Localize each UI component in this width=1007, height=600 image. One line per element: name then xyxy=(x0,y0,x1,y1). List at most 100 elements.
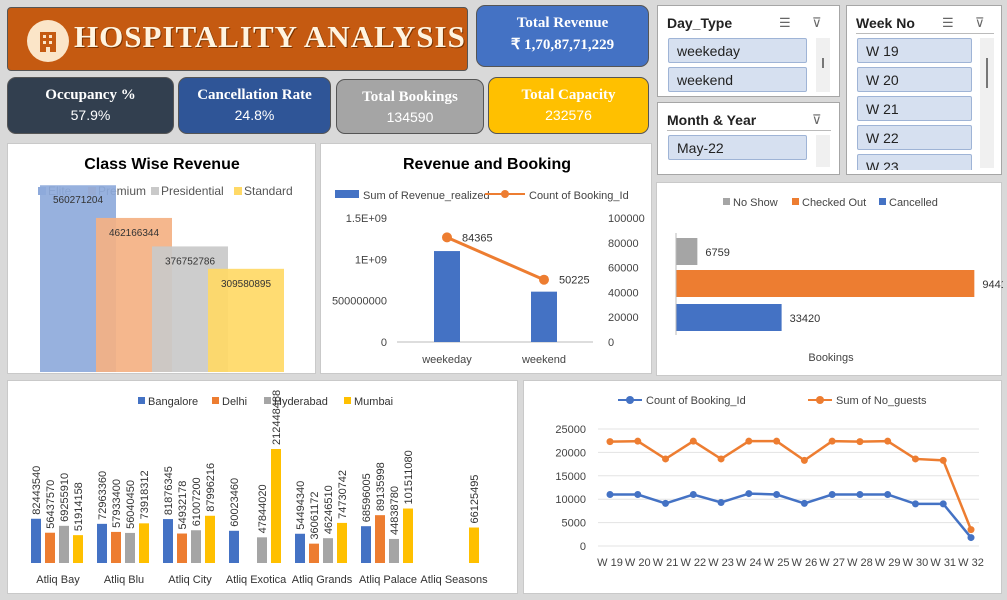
bar xyxy=(111,531,121,563)
x-tick-label: W 29 xyxy=(875,557,901,569)
data-label: 47844020 xyxy=(257,484,269,533)
data-label: 57933400 xyxy=(111,479,123,528)
slicer-scrollbar[interactable] xyxy=(816,38,830,92)
line-point xyxy=(717,455,725,463)
booking-status-chart: No Show Checked Out Cancelled 6759 94411 3342… xyxy=(675,197,1007,364)
legend-marker xyxy=(816,396,824,404)
bar xyxy=(361,526,371,563)
line-point xyxy=(662,499,670,507)
weekly-trend-panel: Count of Booking_Id Sum of No_guests 0 5000… xyxy=(523,380,1002,594)
legend-label: No Show xyxy=(733,197,778,209)
line-point xyxy=(634,437,642,445)
data-label: 82443540 xyxy=(31,466,43,515)
line-point xyxy=(745,437,753,445)
data-label: 54932178 xyxy=(177,481,189,530)
y-tick-label: 20000 xyxy=(555,447,586,459)
hotel-building-icon xyxy=(27,20,69,62)
y-tick-label: 500000000 xyxy=(332,296,387,308)
line-point xyxy=(967,526,975,534)
dashboard-title: HOSPITALITY ANALYSIS xyxy=(74,19,466,54)
data-label: 66125495 xyxy=(469,475,481,524)
line-point xyxy=(939,456,947,464)
slicer-item-weekend[interactable]: weekend xyxy=(668,67,807,92)
bar xyxy=(163,519,173,563)
x-tick-label: weekeday xyxy=(421,354,472,366)
data-label: 84365 xyxy=(462,232,493,244)
x-tick-label: Atliq City xyxy=(168,574,212,586)
line-point xyxy=(911,500,919,508)
bar xyxy=(375,515,385,563)
clear-filter-icon[interactable]: ⊽ xyxy=(975,15,985,31)
line-point xyxy=(939,500,947,508)
data-label: 81876345 xyxy=(163,466,175,515)
line-point xyxy=(967,534,975,542)
bar xyxy=(309,543,319,563)
property-city-panel: Bangalore Delhi Hyderabad Mumbai Atliq Bay 82… xyxy=(7,380,518,594)
x-tick-label: W 32 xyxy=(958,557,984,569)
x-tick-label: W 21 xyxy=(653,557,679,569)
slicer-scrollbar[interactable] xyxy=(816,135,830,167)
y-tick-label: 15000 xyxy=(555,471,586,483)
slicer-item-w22[interactable]: W 22 xyxy=(857,125,972,150)
bar xyxy=(676,304,782,331)
bar xyxy=(676,270,975,297)
bar xyxy=(531,291,557,342)
total-revenue-card: Total Revenue ₹ 1,70,87,71,229 xyxy=(476,5,649,67)
legend-label: Sum of No_guests xyxy=(836,395,927,407)
y-tick-label: 5000 xyxy=(562,518,586,530)
slicer-item-w19[interactable]: W 19 xyxy=(857,38,972,63)
line-point xyxy=(689,491,697,499)
data-label: 212448488 xyxy=(271,390,283,445)
legend-label: Count of Booking_Id xyxy=(646,395,746,407)
data-label: 56040450 xyxy=(125,480,137,529)
data-label: 44838780 xyxy=(389,486,401,535)
legend-label: Mumbai xyxy=(354,396,393,408)
data-label: 33420 xyxy=(790,313,821,325)
line-point xyxy=(828,437,836,445)
slicer-item-weekeday[interactable]: weekeday xyxy=(668,38,807,63)
y2-tick-label: 40000 xyxy=(608,287,639,299)
data-label: 101511080 xyxy=(403,450,415,504)
occupancy-label: Occupancy % xyxy=(45,87,136,103)
bar xyxy=(257,537,267,563)
total-capacity-label: Total Capacity xyxy=(521,87,616,103)
legend-swatch xyxy=(138,397,145,404)
data-label: 87996216 xyxy=(205,463,217,512)
bar xyxy=(59,525,69,563)
legend-swatch xyxy=(792,198,799,205)
x-tick-label: W 31 xyxy=(930,557,956,569)
data-label: 46246510 xyxy=(323,485,335,534)
x-tick-label: Atliq Bay xyxy=(36,574,80,586)
line-point xyxy=(911,455,919,463)
legend-swatch xyxy=(212,397,219,404)
bar xyxy=(271,449,281,563)
bar xyxy=(229,530,239,563)
multi-select-icon[interactable]: ☰ xyxy=(942,15,954,31)
slicer-item-w21[interactable]: W 21 xyxy=(857,96,972,121)
clear-filter-icon[interactable]: ⊽ xyxy=(812,15,822,31)
x-tick-label: W 22 xyxy=(680,557,706,569)
line-point xyxy=(745,490,753,498)
legend-label: Count of Booking_Id xyxy=(529,190,629,202)
slicer-item-w20[interactable]: W 20 xyxy=(857,67,972,92)
clear-filter-icon[interactable]: ⊽ xyxy=(812,112,822,128)
y-tick-label: 1.5E+09 xyxy=(346,213,387,225)
line-point xyxy=(634,491,642,499)
slicer-item-may-22[interactable]: May-22 xyxy=(668,135,807,160)
bar xyxy=(125,532,135,563)
line-point xyxy=(689,437,697,445)
y-tick-label: 0 xyxy=(580,541,586,553)
bar xyxy=(205,515,215,563)
bar xyxy=(45,532,55,563)
slicer-item-w23[interactable]: W 23 xyxy=(857,154,972,170)
slicer-scrollbar[interactable] xyxy=(980,38,994,168)
legend-label: Bangalore xyxy=(148,396,198,408)
series-line xyxy=(610,492,972,539)
revenue-booking-panel: Revenue and Booking Sum of Revenue_realiz… xyxy=(320,143,652,374)
data-label: 560271204 xyxy=(53,195,103,206)
legend-label: Delhi xyxy=(222,396,247,408)
bar xyxy=(337,522,347,563)
multi-select-icon[interactable]: ☰ xyxy=(779,15,791,31)
cancellation-label: Cancellation Rate xyxy=(197,87,312,103)
legend-label: Sum of Revenue_realized xyxy=(363,190,490,202)
